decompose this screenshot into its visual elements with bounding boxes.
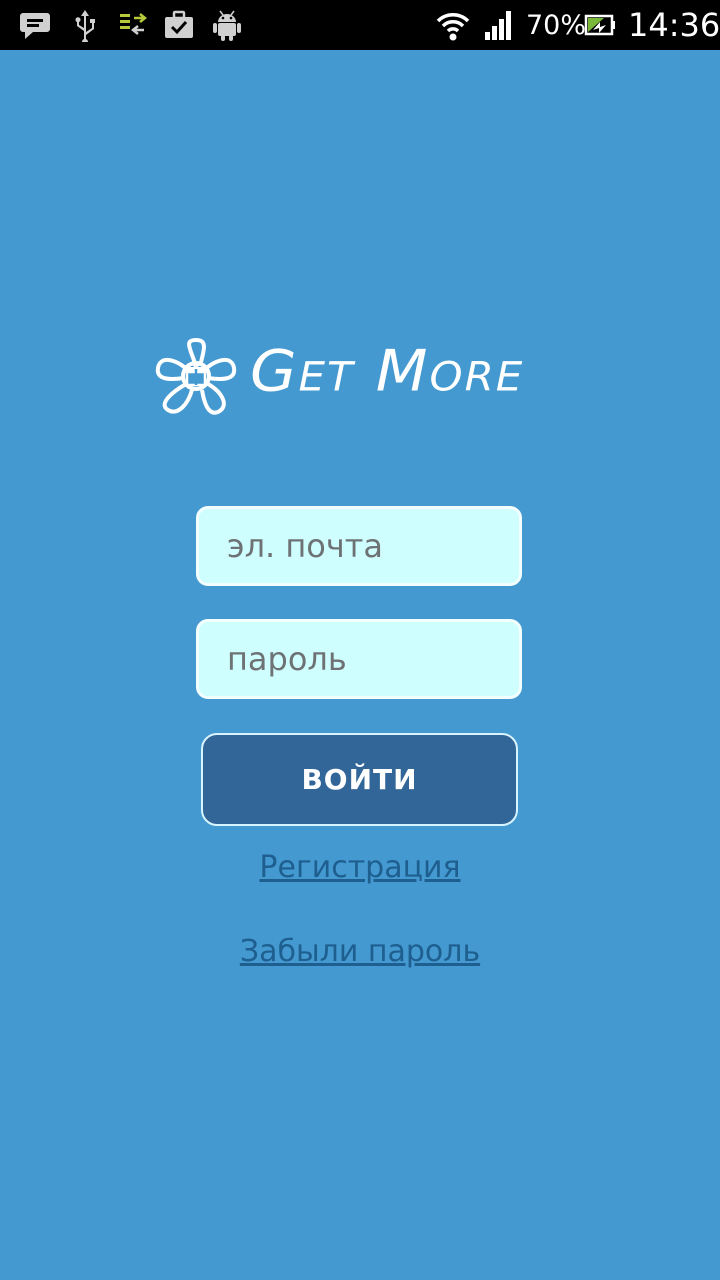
login-screen: Get More ВОЙТИ Регистрация Забыли пароль — [0, 50, 720, 1280]
app-logo: Get More — [152, 336, 572, 420]
login-button-label: ВОЙТИ — [301, 763, 418, 796]
data-transfer-icon — [120, 13, 148, 35]
signal-icon — [485, 11, 511, 40]
email-field[interactable] — [196, 506, 522, 586]
register-link[interactable]: Регистрация — [0, 850, 720, 885]
logo-text: Get More — [250, 338, 525, 405]
battery-charging-icon — [584, 14, 615, 36]
password-field[interactable] — [196, 619, 522, 699]
forgot-password-link[interactable]: Забыли пароль — [0, 934, 720, 969]
clock: 14:36 — [628, 6, 720, 44]
wifi-icon — [436, 13, 470, 41]
usb-icon — [75, 10, 95, 42]
chat-notification-icon — [20, 13, 50, 39]
status-bar: 70% 14:36 — [0, 0, 720, 50]
flower-gift-icon — [155, 338, 237, 415]
briefcase-check-icon — [165, 10, 193, 38]
login-button[interactable]: ВОЙТИ — [201, 733, 518, 826]
android-icon — [213, 10, 241, 41]
battery-percentage: 70% — [526, 10, 587, 41]
